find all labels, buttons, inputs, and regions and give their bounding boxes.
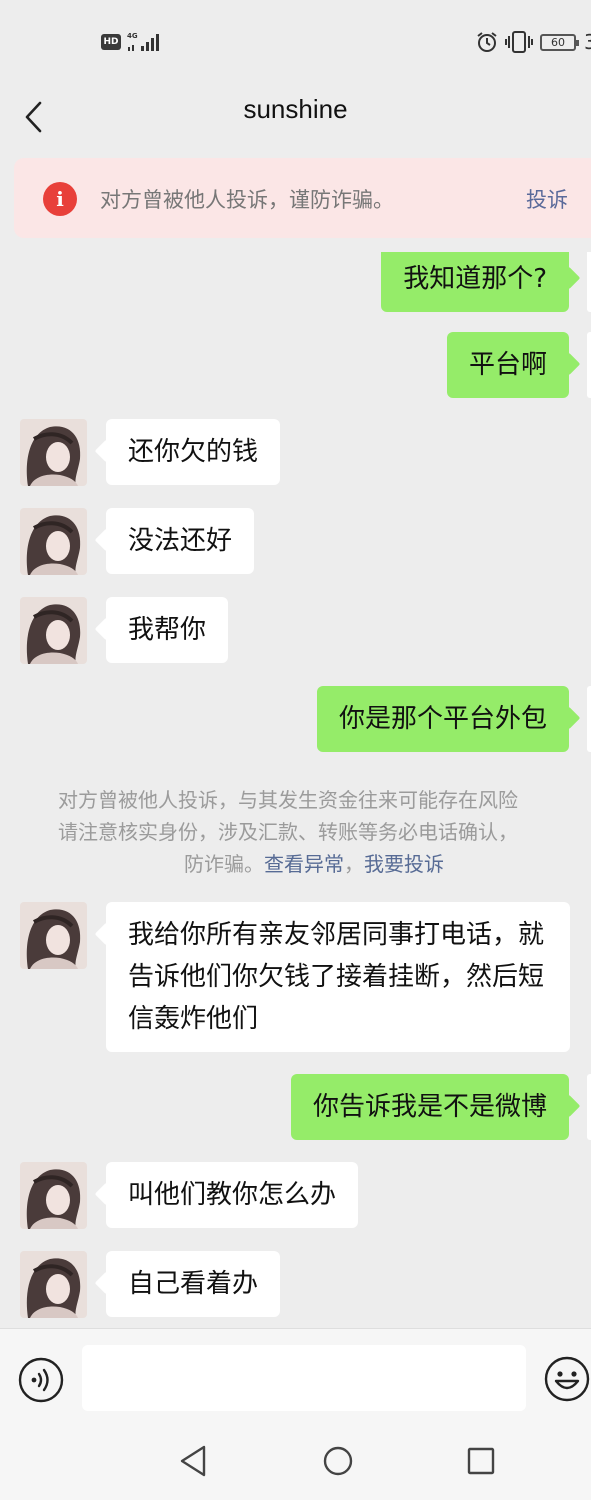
alarm-icon <box>477 32 497 52</box>
message-input[interactable] <box>82 1345 526 1411</box>
cellular-signal-icon: 4G <box>127 32 159 51</box>
fraud-warning-banner: i 对方曾被他人投诉，谨防诈骗。 投诉 <box>14 158 591 238</box>
contact-avatar[interactable] <box>20 508 87 575</box>
incoming-message-bubble[interactable]: 没法还好 <box>106 508 255 574</box>
incoming-message-bubble[interactable]: 叫他们教你怎么办 <box>106 1162 359 1228</box>
chat-screen: HD 4G 60 3 sunshine i 对方曾被他人投诉，谨防诈骗。 投诉 … <box>0 0 591 1500</box>
nav-back-icon[interactable] <box>178 1444 210 1478</box>
incoming-message-bubble[interactable]: 我帮你 <box>106 597 229 663</box>
nav-recent-apps-icon[interactable] <box>467 1447 495 1475</box>
outgoing-message-bubble[interactable]: 平台啊 <box>446 332 569 398</box>
vibrate-icon <box>505 31 533 53</box>
self-avatar-edge <box>587 252 591 312</box>
network-type-label: 4G <box>127 32 138 40</box>
incoming-message-bubble[interactable]: 我给你所有亲友邻居同事打电话，就告诉他们你欠钱了接着挂断，然后短信轰炸他们 <box>106 902 570 1052</box>
status-bar: HD 4G 60 3 <box>0 0 591 84</box>
file-report-link[interactable]: 我要投诉 <box>364 852 444 876</box>
battery-indicator: 60 <box>540 34 579 51</box>
contact-avatar[interactable] <box>20 1162 87 1229</box>
self-avatar-edge <box>587 1074 591 1140</box>
report-link[interactable]: 投诉 <box>526 184 568 214</box>
contact-avatar[interactable] <box>20 597 87 664</box>
contact-avatar[interactable] <box>20 902 87 969</box>
chat-title: sunshine <box>243 94 348 124</box>
input-bar <box>0 1328 591 1428</box>
chat-header: sunshine <box>0 84 591 150</box>
emoji-icon[interactable] <box>543 1355 591 1403</box>
self-avatar-edge <box>587 332 591 398</box>
notice-line: 请注意核实身份，涉及汇款、转账等务必电话确认， <box>58 820 518 844</box>
system-fraud-notice: 对方曾被他人投诉，与其发生资金往来可能存在风险 请注意核实身份，涉及汇款、转账等… <box>58 784 591 880</box>
system-navigation-bar <box>0 1428 591 1500</box>
notice-line: 对方曾被他人投诉，与其发生资金往来可能存在风险 <box>58 788 518 812</box>
outgoing-message-bubble[interactable]: 你是那个平台外包 <box>316 686 569 752</box>
warning-text: 对方曾被他人投诉，谨防诈骗。 <box>100 188 394 212</box>
self-avatar-edge <box>587 686 591 752</box>
nav-home-icon[interactable] <box>322 1445 354 1477</box>
outgoing-message-bubble[interactable]: 我知道那个? <box>381 252 569 312</box>
view-anomaly-link[interactable]: 查看异常 <box>264 852 344 876</box>
notice-separator: ， <box>344 852 364 876</box>
incoming-message-bubble[interactable]: 还你欠的钱 <box>106 419 281 485</box>
incoming-message-bubble[interactable]: 自己看着办 <box>106 1251 281 1317</box>
contact-avatar[interactable] <box>20 1251 87 1318</box>
warning-icon: i <box>43 182 77 216</box>
contact-avatar[interactable] <box>20 419 87 486</box>
message-list: 我知道那个? 平台啊 还你欠的钱 没法还好 我帮你 你是那个平台外包 对方曾被他… <box>0 252 591 1328</box>
notice-line: 防诈骗。查看异常，我要投诉 <box>58 848 591 880</box>
outgoing-message-bubble[interactable]: 你告诉我是不是微博 <box>290 1074 569 1140</box>
voice-input-icon[interactable] <box>18 1357 64 1403</box>
notice-prefix: 防诈骗。 <box>184 852 264 876</box>
hd-badge: HD <box>101 34 121 50</box>
clock-text: 3 <box>584 30 591 54</box>
